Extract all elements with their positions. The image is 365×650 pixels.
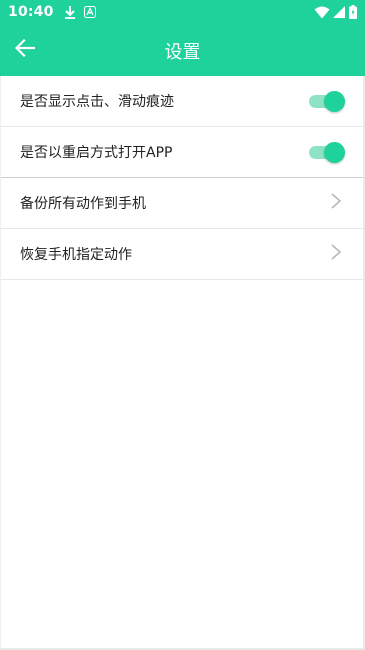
chevron-right-icon (329, 192, 343, 214)
battery-icon (349, 5, 357, 19)
a-notification-icon (83, 6, 96, 18)
toggle-thumb (324, 91, 345, 112)
toggle-thumb (324, 142, 345, 163)
settings-list: 是否显示点击、滑动痕迹 是否以重启方式打开APP 备份所有动作到手机 恢复手机指… (0, 76, 365, 280)
show-trace-toggle[interactable] (309, 91, 345, 112)
backup-actions-row[interactable]: 备份所有动作到手机 (0, 178, 365, 229)
app-bar: 设置 (0, 24, 365, 76)
page-title: 设置 (164, 42, 201, 63)
status-time: 10:40 (8, 4, 54, 20)
setting-row-restart-mode: 是否以重启方式打开APP (0, 127, 365, 178)
setting-label: 恢复手机指定动作 (20, 247, 132, 263)
setting-row-show-trace: 是否显示点击、滑动痕迹 (0, 76, 365, 127)
content-border-left (0, 76, 1, 650)
restart-mode-toggle[interactable] (309, 142, 345, 163)
chevron-right-icon (329, 243, 343, 265)
status-bar: 10:40 (0, 0, 365, 24)
restore-actions-row[interactable]: 恢复手机指定动作 (0, 229, 365, 280)
setting-label: 是否显示点击、滑动痕迹 (20, 94, 174, 110)
signal-icon (333, 6, 345, 18)
setting-label: 是否以重启方式打开APP (20, 145, 173, 161)
wifi-icon (314, 6, 330, 19)
setting-label: 备份所有动作到手机 (20, 196, 146, 212)
download-icon (64, 5, 76, 19)
